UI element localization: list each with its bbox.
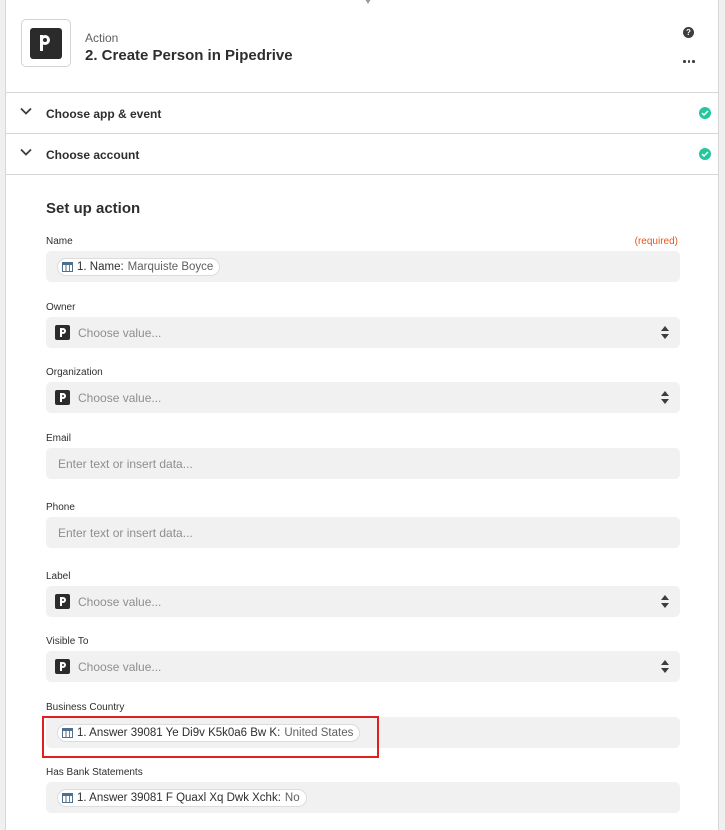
business-country-field[interactable]: 1. Answer 39081 Ye Di9v K5k0a6 Bw K: Uni…	[46, 717, 680, 748]
required-label: (required)	[634, 236, 678, 247]
phone-label: Phone	[46, 502, 75, 513]
sort-updown-icon	[661, 326, 669, 339]
visible-to-label: Visible To	[46, 636, 89, 647]
business-country-label: Business Country	[46, 702, 125, 713]
step-header: Action 2. Create Person in Pipedrive ?	[6, 0, 718, 93]
email-field[interactable]: Enter text or insert data...	[46, 448, 680, 479]
select-placeholder: Choose value...	[78, 660, 162, 674]
owner-label: Owner	[46, 302, 76, 313]
pill-key: 1. Answer 39081 Ye Di9v K5k0a6 Bw K:	[77, 727, 281, 739]
visible-to-select[interactable]: Choose value...	[46, 651, 680, 682]
step-kind-label: Action	[85, 31, 119, 45]
field-placeholder: Enter text or insert data...	[58, 526, 193, 540]
organization-label: Organization	[46, 367, 103, 378]
pipedrive-logo-icon	[30, 27, 62, 59]
select-placeholder: Choose value...	[78, 391, 162, 405]
name-field[interactable]: 1. Name: Marquiste Boyce	[46, 251, 680, 282]
has-bank-statements-field[interactable]: 1. Answer 39081 F Quaxl Xq Dwk Xchk: No	[46, 782, 680, 813]
phone-field[interactable]: Enter text or insert data...	[46, 517, 680, 548]
pipedrive-icon	[55, 594, 70, 609]
app-logo-frame	[21, 19, 71, 67]
field-placeholder: Enter text or insert data...	[58, 457, 193, 471]
sort-updown-icon	[661, 660, 669, 673]
action-step-card: Action 2. Create Person in Pipedrive ? C…	[5, 0, 719, 830]
pill-value: United States	[284, 727, 354, 739]
pill-value: No	[284, 792, 300, 804]
sort-updown-icon	[661, 391, 669, 404]
mapped-data-pill[interactable]: 1. Answer 39081 Ye Di9v K5k0a6 Bw K: Uni…	[57, 724, 361, 742]
more-options-icon[interactable]	[683, 57, 695, 67]
pill-value: Marquiste Boyce	[127, 261, 214, 273]
pill-key: 1. Answer 39081 F Quaxl Xq Dwk Xchk:	[77, 792, 281, 804]
chevron-down-icon[interactable]	[20, 148, 32, 156]
section-choose-app-event[interactable]: Choose app & event	[6, 93, 718, 134]
chevron-down-icon[interactable]	[20, 107, 32, 115]
section-choose-account[interactable]: Choose account	[6, 134, 718, 175]
spreadsheet-icon	[62, 728, 73, 738]
email-label: Email	[46, 433, 72, 444]
sort-updown-icon	[661, 595, 669, 608]
pipedrive-icon	[55, 659, 70, 674]
step-title[interactable]: 2. Create Person in Pipedrive	[85, 47, 293, 64]
mapped-data-pill[interactable]: 1. Answer 39081 F Quaxl Xq Dwk Xchk: No	[57, 789, 307, 807]
section-label: Choose account	[46, 148, 140, 162]
organization-select[interactable]: Choose value...	[46, 382, 680, 413]
name-label: Name	[46, 236, 73, 247]
check-circle-icon	[699, 107, 711, 119]
pill-key: 1. Name:	[77, 261, 124, 273]
owner-select[interactable]: Choose value...	[46, 317, 680, 348]
check-circle-icon	[699, 148, 711, 160]
mapped-data-pill[interactable]: 1. Name: Marquiste Boyce	[57, 258, 221, 276]
help-icon[interactable]: ?	[683, 27, 694, 38]
label-label: Label	[46, 571, 71, 582]
spreadsheet-icon	[62, 793, 73, 803]
pipedrive-icon	[55, 325, 70, 340]
spreadsheet-icon	[62, 262, 73, 272]
section-label: Choose app & event	[46, 107, 162, 121]
has-bank-statements-label: Has Bank Statements	[46, 767, 143, 778]
select-placeholder: Choose value...	[78, 595, 162, 609]
select-placeholder: Choose value...	[78, 326, 162, 340]
setup-action-title: Set up action	[46, 200, 141, 217]
label-select[interactable]: Choose value...	[46, 586, 680, 617]
pipedrive-icon	[55, 390, 70, 405]
